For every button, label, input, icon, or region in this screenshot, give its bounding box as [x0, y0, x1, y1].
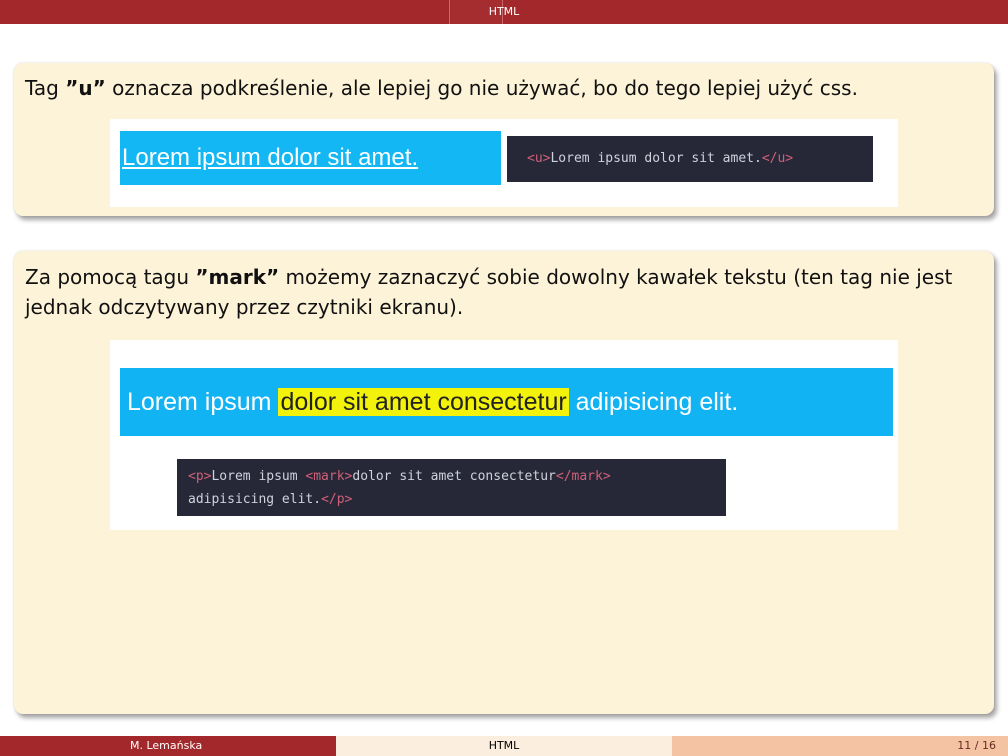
- content-block-mark-tag: Za pomocą tagu ”mark” możemy zaznaczyć s…: [14, 251, 994, 714]
- code-text: Lorem ipsum dolor sit amet.: [550, 151, 762, 166]
- footer-title-section: HTML: [336, 736, 672, 756]
- footer-title: HTML: [488, 739, 520, 752]
- footer-page-section: 11 / 16: [672, 736, 1008, 756]
- block-text: Za pomocą tagu ”mark” możemy zaznaczyć s…: [25, 262, 985, 322]
- header-title: HTML: [488, 5, 520, 18]
- example-screenshot: Lorem ipsum dolor sit amet consectetur a…: [110, 340, 898, 530]
- demo-text-before: Lorem ipsum: [127, 388, 279, 416]
- tag-name: ”u”: [65, 76, 106, 100]
- code-tag-mark-open: <mark>: [305, 469, 353, 484]
- text-before: Tag: [25, 76, 66, 100]
- page-number: 11 / 16: [957, 739, 996, 752]
- code-text: adipisicing elit.: [188, 492, 322, 507]
- example-screenshot: Lorem ipsum dolor sit amet. <u>Lorem ips…: [110, 119, 898, 207]
- code-snippet: <p>Lorem ipsum <mark>dolor sit amet cons…: [177, 459, 726, 516]
- highlighted-text: dolor sit amet consectetur: [278, 388, 569, 416]
- underline-demo: Lorem ipsum dolor sit amet.: [120, 131, 501, 185]
- footer-author-section: M. Lemańska: [0, 736, 336, 756]
- code-text: Lorem ipsum: [211, 469, 306, 484]
- footer-author: M. Lemańska: [130, 739, 203, 752]
- code-tag-p-open: <p>: [188, 469, 212, 484]
- code-tag-mark-close: </mark>: [555, 469, 611, 484]
- code-tag-close: </u>: [761, 151, 794, 166]
- mark-demo: Lorem ipsum dolor sit amet consectetur a…: [120, 368, 893, 436]
- code-tag-p-close: </p>: [321, 492, 353, 507]
- footer-bar: M. Lemańska HTML 11 / 16: [0, 736, 1008, 756]
- text-after: oznacza podkreślenie, ale lepiej go nie …: [105, 76, 858, 100]
- code-snippet: <u>Lorem ipsum dolor sit amet.</u>: [507, 136, 873, 182]
- header-bar: HTML: [0, 0, 1008, 24]
- block-text: Tag ”u” oznacza podkreślenie, ale lepiej…: [25, 73, 985, 103]
- demo-text-after: adipisicing elit.: [568, 388, 739, 416]
- tag-name: ”mark”: [195, 265, 280, 289]
- text-before: Za pomocą tagu: [25, 265, 196, 289]
- code-text: dolor sit amet consectetur: [352, 469, 556, 484]
- code-tag-open: <u>: [527, 151, 551, 166]
- content-block-u-tag: Tag ”u” oznacza podkreślenie, ale lepiej…: [14, 63, 994, 216]
